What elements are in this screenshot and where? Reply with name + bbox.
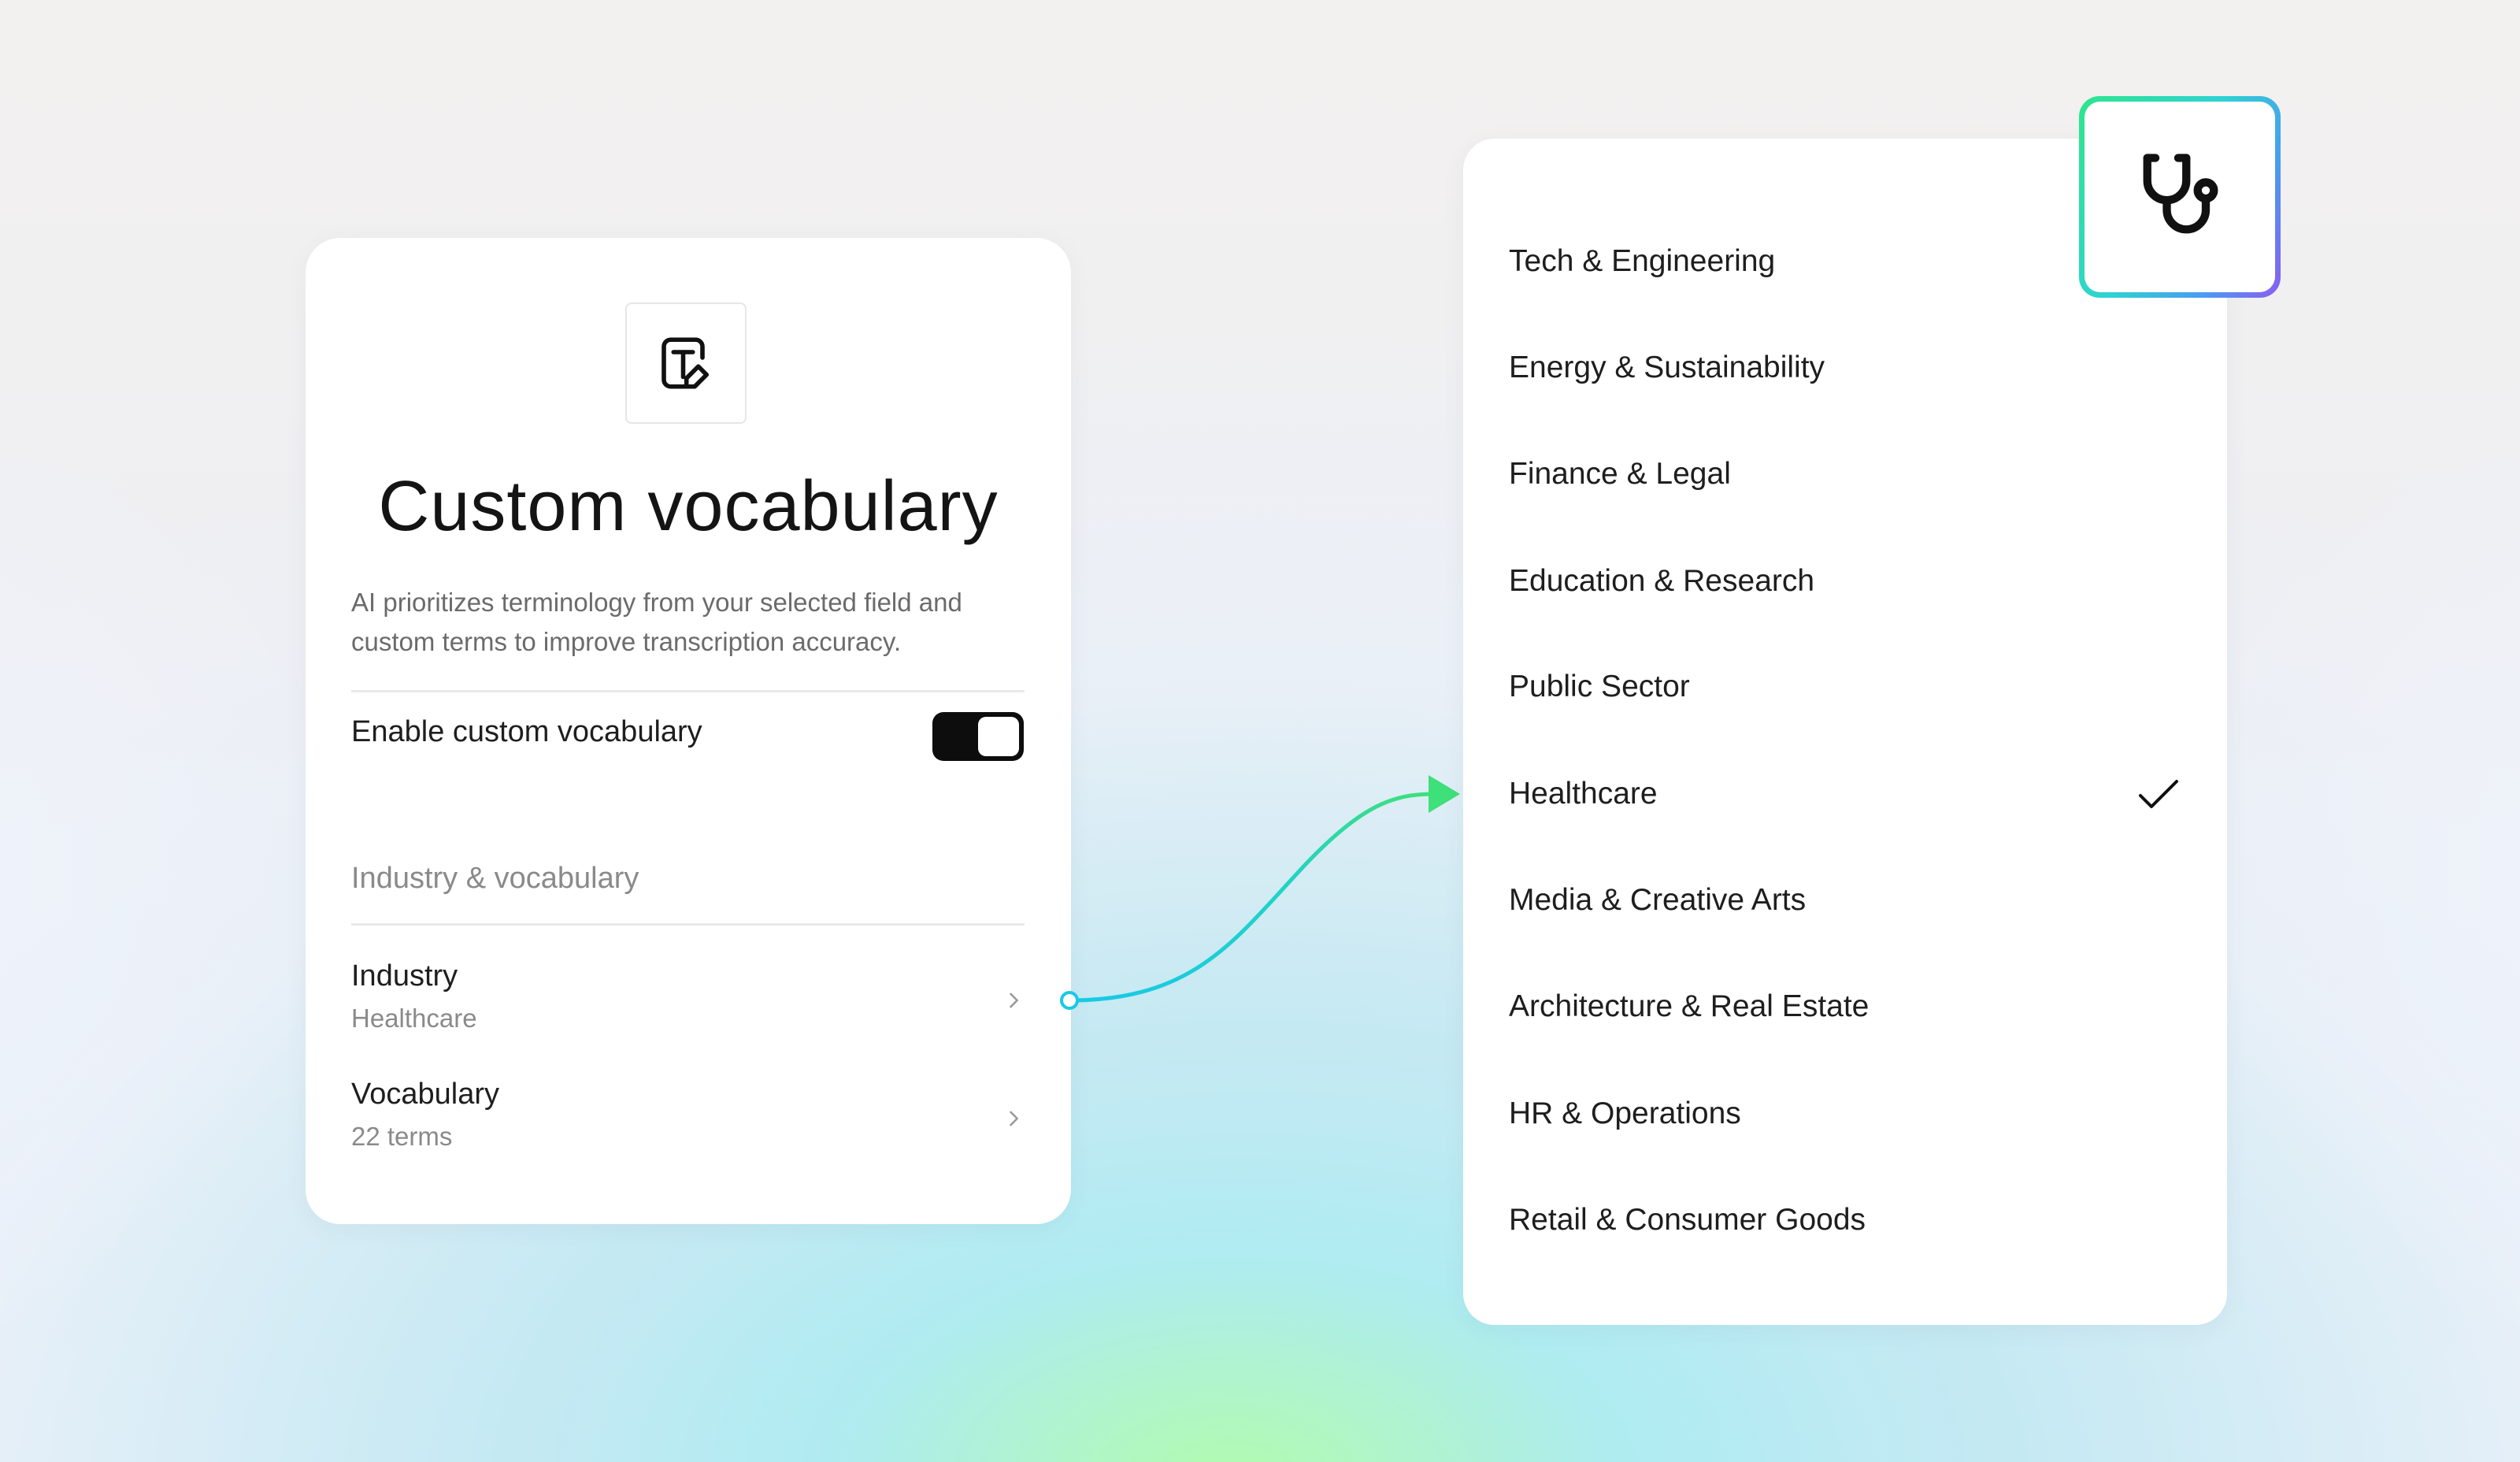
canvas: Custom vocabulary AI prioritizes termino…	[0, 0, 2520, 1462]
custom-vocabulary-card: Custom vocabulary AI prioritizes termino…	[306, 238, 1071, 1224]
enable-custom-vocabulary-toggle[interactable]	[932, 712, 1024, 761]
industry-row[interactable]: Industry Healthcare	[351, 959, 1025, 1046]
section-divider	[351, 923, 1025, 926]
vocabulary-row-title: Vocabulary	[351, 1078, 500, 1111]
industry-badge	[2079, 96, 2281, 298]
list-item-architecture-real-estate[interactable]: Architecture & Real Estate	[1509, 967, 2186, 1046]
list-item-education-research[interactable]: Education & Research	[1509, 542, 2186, 621]
list-item-hr-operations[interactable]: HR & Operations	[1509, 1074, 2186, 1153]
check-icon	[2139, 780, 2178, 808]
vocabulary-row-value: 22 terms	[351, 1122, 453, 1151]
card-title: Custom vocabulary	[378, 467, 999, 546]
industry-row-title: Industry	[351, 959, 458, 993]
connector-arrow	[1060, 775, 1460, 1010]
stethoscope-icon	[2085, 102, 2275, 292]
list-item-finance-legal[interactable]: Finance & Legal	[1509, 435, 2186, 514]
list-item-retail-consumer-goods[interactable]: Retail & Consumer Goods	[1509, 1181, 2186, 1260]
list-item-public-sector[interactable]: Public Sector	[1509, 648, 2186, 726]
industry-list: Tech & Engineering Energy & Sustainabili…	[1463, 139, 2227, 1325]
section-label: Industry & vocabulary	[351, 862, 639, 895]
vocabulary-row[interactable]: Vocabulary 22 terms	[351, 1078, 1025, 1164]
enable-custom-vocabulary-label: Enable custom vocabulary	[351, 715, 702, 748]
industry-row-value: Healthcare	[351, 1004, 477, 1033]
chevron-right-icon	[1010, 993, 1018, 1008]
list-item-media-creative-arts[interactable]: Media & Creative Arts	[1509, 861, 2186, 940]
list-item-healthcare-label: Healthcare	[1509, 777, 1658, 811]
toggle-knob	[978, 717, 1019, 756]
card-description: AI prioritizes terminology from your sel…	[351, 588, 962, 656]
text-edit-icon	[625, 302, 747, 424]
divider	[351, 690, 1025, 692]
list-item-energy-sustainability[interactable]: Energy & Sustainability	[1509, 328, 2186, 407]
list-item-healthcare[interactable]: Healthcare	[1509, 755, 2186, 833]
chevron-right-icon	[1010, 1111, 1018, 1126]
